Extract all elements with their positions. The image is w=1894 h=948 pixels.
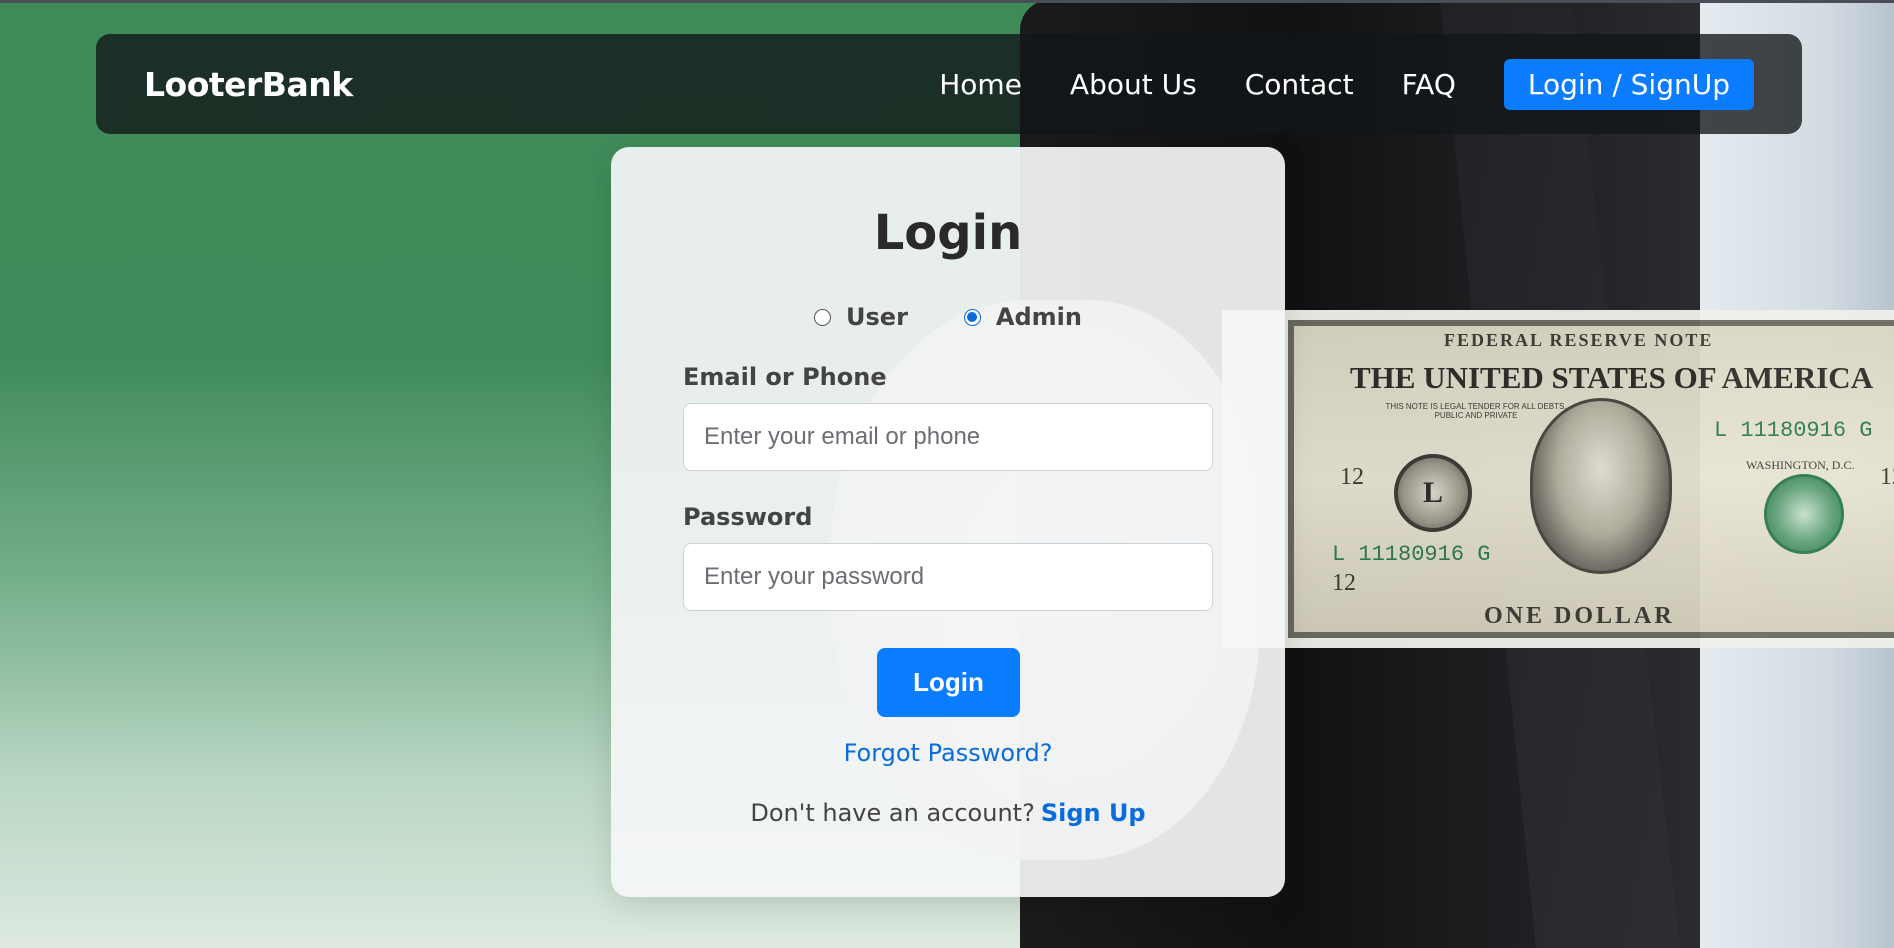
bill-district-number: 12 xyxy=(1332,570,1356,596)
admin-radio[interactable] xyxy=(963,308,981,326)
email-field[interactable] xyxy=(683,403,1213,471)
bill-district-number: 12 xyxy=(1340,464,1364,490)
brand-logo[interactable]: LooterBank xyxy=(144,65,353,104)
bill-seal-letter: L xyxy=(1422,476,1443,509)
bill-serial: L 11180916 G xyxy=(1714,418,1873,443)
bill-city: WASHINGTON, D.C. xyxy=(1746,458,1855,472)
top-navbar: LooterBank Home About Us Contact FAQ Log… xyxy=(96,34,1802,134)
role-option-admin[interactable]: Admin xyxy=(963,303,1082,331)
role-label-user: User xyxy=(846,303,908,331)
nav-link-contact[interactable]: Contact xyxy=(1245,68,1354,101)
nav-link-faq[interactable]: FAQ xyxy=(1402,68,1456,101)
bill-serial: L 11180916 G xyxy=(1332,542,1491,567)
login-submit-button[interactable]: Login xyxy=(877,648,1020,717)
dollar-bill-face: FEDERAL RESERVE NOTE THE UNITED STATES O… xyxy=(1288,320,1894,638)
email-label: Email or Phone xyxy=(683,363,887,391)
bill-top-text: FEDERAL RESERVE NOTE xyxy=(1444,330,1714,350)
signup-link[interactable]: Sign Up xyxy=(1041,799,1146,827)
bill-federal-reserve-seal: L xyxy=(1394,454,1472,532)
bill-treasury-seal xyxy=(1764,474,1844,554)
password-label: Password xyxy=(683,503,813,531)
login-card: Login User Admin Email or Phone Password… xyxy=(611,147,1285,897)
role-option-user[interactable]: User xyxy=(814,303,908,331)
user-radio[interactable] xyxy=(814,308,832,326)
role-label-admin: Admin xyxy=(995,303,1082,331)
bill-portrait xyxy=(1530,398,1672,574)
dollar-bill-image: FEDERAL RESERVE NOTE THE UNITED STATES O… xyxy=(1222,310,1894,648)
nav-link-home[interactable]: Home xyxy=(939,68,1022,101)
window-top-line xyxy=(0,0,1894,3)
forgot-password-link[interactable]: Forgot Password? xyxy=(611,739,1285,767)
bill-bottom-text: ONE DOLLAR xyxy=(1484,603,1675,629)
nav-link-about-us[interactable]: About Us xyxy=(1070,68,1197,101)
login-title: Login xyxy=(873,205,1023,261)
signup-prompt-text: Don't have an account? xyxy=(750,799,1035,827)
bill-legal-text: THIS NOTE IS LEGAL TENDER FOR ALL DEBTS,… xyxy=(1385,402,1567,420)
nav-links: Home About Us Contact FAQ Login / SignUp xyxy=(891,58,1754,110)
signup-prompt-line: Don't have an account? Sign Up xyxy=(611,799,1285,827)
bill-title: THE UNITED STATES OF AMERICA xyxy=(1350,360,1874,395)
password-field[interactable] xyxy=(683,543,1213,611)
bill-district-number: 12 xyxy=(1880,464,1894,490)
role-selector: User Admin xyxy=(611,303,1285,331)
login-signup-button[interactable]: Login / SignUp xyxy=(1503,58,1754,110)
